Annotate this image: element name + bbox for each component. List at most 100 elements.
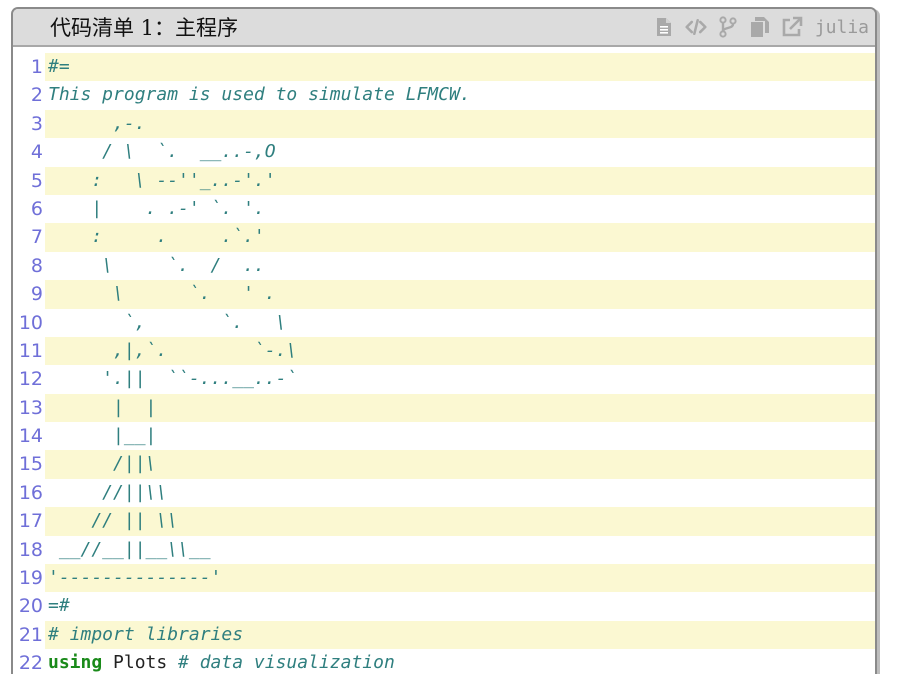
comment-text: : \ --''_..-'.' bbox=[48, 169, 276, 191]
line-number: 10 bbox=[13, 308, 45, 337]
line-number: 6 bbox=[13, 194, 45, 224]
line-content: # import libraries bbox=[48, 621, 243, 649]
comment-text: /||\ bbox=[48, 453, 157, 475]
listing-toolbar: julia bbox=[653, 14, 869, 40]
language-label: julia bbox=[814, 16, 869, 38]
code-line: 1 #= bbox=[13, 53, 875, 82]
line-content: __//__||__\\__ bbox=[48, 536, 211, 564]
comment-text: / \ `. __..-,O bbox=[48, 141, 276, 163]
comment-text: ,-. bbox=[48, 112, 146, 134]
line-content: //||\\ bbox=[48, 479, 167, 507]
code-line: 11 ,|,`. `-.\ bbox=[13, 336, 875, 366]
code-icon[interactable] bbox=[685, 15, 707, 39]
comment-text: // || \\ bbox=[48, 510, 179, 532]
code-line: 2 This program is used to simulate LFMCW. bbox=[13, 81, 875, 110]
line-number: 4 bbox=[13, 138, 45, 167]
code-line: 14 |__| bbox=[13, 422, 875, 451]
line-content: \ `. ' . bbox=[48, 280, 276, 308]
code-line: 10 `, `. \ bbox=[13, 308, 875, 337]
code-line: 6 | . .-' `. '. bbox=[13, 194, 875, 224]
comment-text: \ `. / .. bbox=[48, 254, 265, 276]
line-content: `, `. \ bbox=[48, 309, 287, 337]
code-body: 1 #= 2 This program is used to simulate LFM… bbox=[13, 53, 875, 674]
code-line: 20 =# bbox=[13, 592, 875, 621]
code-line: 18 __//__||__\\__ bbox=[13, 535, 875, 565]
line-content: '--------------' bbox=[48, 564, 221, 592]
comment-text: |__| bbox=[48, 425, 157, 447]
line-content: | | bbox=[48, 394, 156, 422]
line-number: 18 bbox=[13, 535, 45, 565]
code-line: 9 \ `. ' . bbox=[13, 280, 875, 309]
comment-text: : . .`.' bbox=[48, 226, 265, 248]
code-line: 19 '--------------' bbox=[13, 564, 875, 593]
line-number: 15 bbox=[13, 450, 45, 479]
comment-text: \ `. ' . bbox=[48, 283, 276, 305]
code-line: 21 # import libraries bbox=[13, 620, 875, 650]
line-number: 22 bbox=[13, 649, 45, 674]
comment-text: #= bbox=[48, 56, 70, 77]
code-line: 15 /||\ bbox=[13, 450, 875, 479]
line-number: 14 bbox=[13, 422, 45, 451]
line-number: 2 bbox=[13, 81, 45, 110]
line-number: 19 bbox=[13, 564, 45, 593]
line-content: / \ `. __..-,O bbox=[48, 138, 276, 166]
code-line: 13 | | bbox=[13, 393, 875, 423]
line-number: 17 bbox=[13, 507, 45, 536]
listing-header: 代码清单 1：主程序 julia bbox=[13, 9, 875, 47]
comment-text: =# bbox=[48, 595, 70, 617]
code-line: 22 using Plots # data visualization bbox=[13, 649, 875, 674]
line-number: 9 bbox=[13, 280, 45, 309]
code-line: 4 / \ `. __..-,O bbox=[13, 138, 875, 167]
external-link-icon[interactable] bbox=[781, 15, 803, 39]
comment-text: # import libraries bbox=[48, 623, 244, 645]
line-content: | . .-' `. '. bbox=[48, 195, 265, 223]
identifier-token: Plots bbox=[102, 652, 179, 674]
line-number: 1 bbox=[13, 53, 45, 82]
comment-token: # data visualization bbox=[178, 652, 395, 674]
line-content: =# bbox=[48, 592, 70, 620]
comment-text: //||\\ bbox=[48, 481, 168, 503]
copy-icon[interactable] bbox=[749, 15, 771, 39]
code-line: 12 '.|| ``-...__..-` bbox=[13, 365, 875, 394]
comment-text: '--------------' bbox=[48, 567, 222, 589]
line-content: '.|| ``-...__..-` bbox=[48, 365, 297, 393]
line-number: 12 bbox=[13, 365, 45, 394]
code-line: 3 ,-. bbox=[13, 109, 875, 139]
code-line: 5 : \ --''_..-'.' bbox=[13, 166, 875, 195]
line-content: |__| bbox=[48, 422, 156, 450]
keyword-token: using bbox=[48, 652, 103, 674]
line-content: ,-. bbox=[48, 110, 146, 138]
code-line: 7 : . .`.' bbox=[13, 223, 875, 252]
line-number: 7 bbox=[13, 223, 45, 252]
line-number: 8 bbox=[13, 251, 45, 281]
line-number: 11 bbox=[13, 336, 45, 366]
comment-text: | | bbox=[48, 396, 157, 418]
code-line: 16 //||\\ bbox=[13, 478, 875, 508]
line-content: using Plots # data visualization bbox=[48, 649, 395, 674]
comment-text: '.|| ``-...__..-` bbox=[48, 368, 298, 390]
line-number: 5 bbox=[13, 166, 45, 195]
line-number: 16 bbox=[13, 478, 45, 508]
branch-icon[interactable] bbox=[717, 15, 739, 39]
code-listing: 代码清单 1：主程序 julia 1 #= 2 This program is … bbox=[11, 7, 877, 674]
code-line: 17 // || \\ bbox=[13, 507, 875, 536]
listing-caption: 代码清单 1：主程序 bbox=[50, 16, 239, 40]
line-content: ,|,`. `-.\ bbox=[48, 337, 297, 365]
line-content: #= bbox=[48, 53, 70, 81]
line-content: \ `. / .. bbox=[48, 252, 265, 280]
comment-text: __//__||__\\__ bbox=[48, 538, 211, 560]
code-line: 8 \ `. / .. bbox=[13, 251, 875, 281]
line-number: 13 bbox=[13, 393, 45, 423]
line-number: 21 bbox=[13, 620, 45, 650]
line-content: : \ --''_..-'.' bbox=[48, 167, 276, 195]
comment-text: `, `. \ bbox=[48, 311, 287, 333]
line-content: This program is used to simulate LFMCW. bbox=[48, 81, 471, 109]
comment-text: This program is used to simulate LFMCW. bbox=[48, 84, 471, 106]
line-content: /||\ bbox=[48, 450, 156, 478]
line-number: 3 bbox=[13, 109, 45, 139]
line-number: 20 bbox=[13, 592, 45, 621]
comment-text: | . .-' `. '. bbox=[48, 197, 265, 219]
line-content: : . .`.' bbox=[48, 223, 265, 251]
comment-text: ,|,`. `-.\ bbox=[48, 339, 298, 361]
file-icon[interactable] bbox=[653, 15, 675, 39]
